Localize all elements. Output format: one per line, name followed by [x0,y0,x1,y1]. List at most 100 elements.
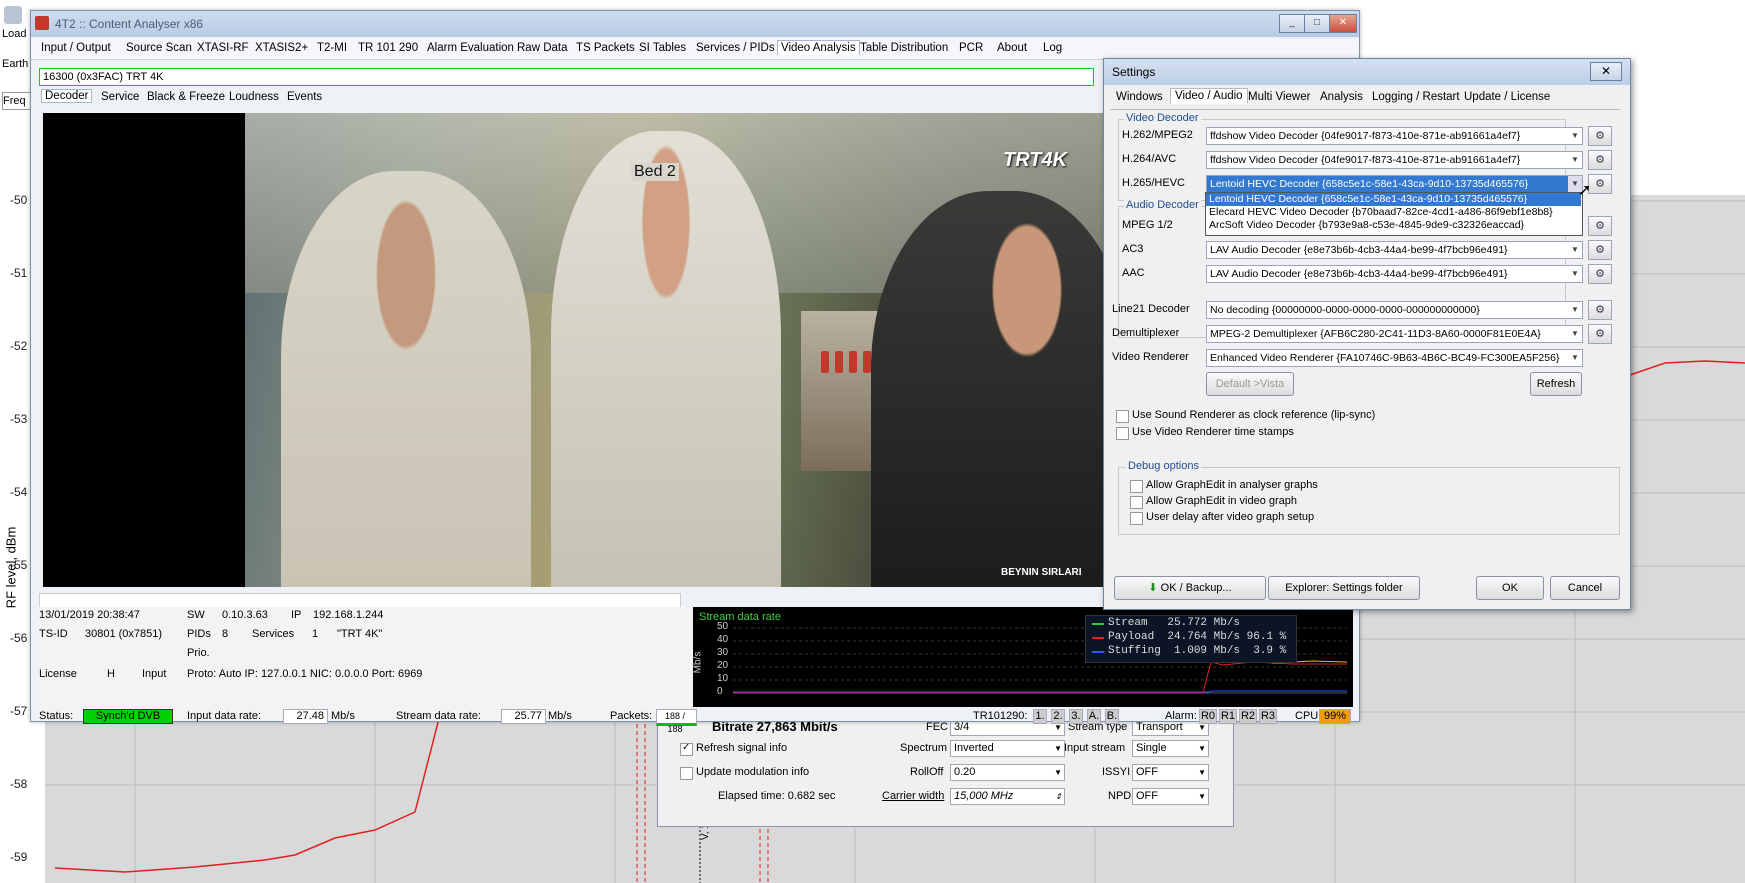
user-delay-checkbox[interactable] [1130,512,1143,525]
tab-black-freeze[interactable]: Black & Freeze [147,91,225,103]
menu-video-analysis[interactable]: Video Analysis [777,40,860,55]
y-tick: -50 [10,193,28,207]
sound-renderer-checkbox[interactable] [1116,410,1129,423]
spectrum-select[interactable]: Inverted ▼ [950,740,1065,757]
settings-close-button[interactable]: ✕ [1590,62,1622,81]
minimize-button[interactable]: _ [1279,14,1305,33]
update-modulation-checkbox[interactable] [680,767,693,780]
chevron-down-icon: ▼ [1198,744,1206,753]
refresh-signal-label: Refresh signal info [696,742,788,754]
h264-decoder-select[interactable]: ffdshow Video Decoder {04fe9017-f873-410… [1206,151,1583,169]
main-menu-bar: Input / Output Source Scan XTASI-RF XTAS… [31,39,1359,60]
tab-windows[interactable]: Windows [1116,91,1163,103]
wrench-icon: ⚙ [1595,220,1605,232]
ac3-decoder-select[interactable]: LAV Audio Decoder {e8e73b6b-4cb3-44a4-be… [1206,241,1583,259]
cpu-value: 99% [1319,709,1351,724]
tab-analysis[interactable]: Analysis [1320,91,1363,103]
mpeg12-config-button[interactable]: ⚙ [1588,216,1612,236]
freq-field[interactable]: Freq [2,92,32,110]
load-label: Load [2,28,27,40]
chevron-down-icon: ▼ [1571,155,1579,164]
default-vista-button[interactable]: Default >Vista [1206,372,1294,396]
menu-xtasi-rf[interactable]: XTASI-RF [197,42,249,54]
chevron-down-icon: ▼ [1054,768,1062,777]
alarm-r2: R2 [1239,709,1257,724]
wrench-icon: ⚙ [1595,130,1605,142]
menu-t2-mi[interactable]: T2-MI [317,42,347,54]
settings-title-bar[interactable]: Settings ✕ [1104,59,1630,85]
video-person-right [871,191,1131,587]
dropdown-option-arcsoft[interactable]: ArcSoft Video Decoder {b793e9a8-c53e-484… [1206,219,1581,232]
refresh-signal-checkbox[interactable]: ✓ [680,742,693,756]
menu-input-output[interactable]: Input / Output [41,42,111,54]
input-stream-value: Single [1136,742,1167,754]
line21-config-button[interactable]: ⚙ [1588,300,1612,320]
tab-events[interactable]: Events [287,91,322,103]
tab-decoder[interactable]: Decoder [41,89,93,103]
h265-decoder-select[interactable]: Lentoid HEVC Decoder {658c5e1c-58e1-43ca… [1206,175,1583,193]
ok-button[interactable]: OK [1476,576,1544,600]
y-tick: -52 [10,339,28,353]
legend-payload: Payload 24.764 Mb/s 96.1 % [1108,631,1286,643]
service-selector[interactable]: 16300 (0x3FAC) TRT 4K [39,68,1094,86]
tab-update-license[interactable]: Update / License [1464,91,1550,103]
tab-service[interactable]: Service [101,91,139,103]
legend-name: Stream [1108,617,1148,629]
cancel-button[interactable]: Cancel [1550,576,1620,600]
tab-multi-viewer[interactable]: Multi Viewer [1248,91,1310,103]
menu-log[interactable]: Log [1043,42,1062,54]
issyi-select[interactable]: OFF ▼ [1132,764,1209,781]
tab-video-audio[interactable]: Video / Audio [1170,88,1248,104]
line21-decoder-select[interactable]: No decoding {00000000-0000-0000-0000-000… [1206,301,1583,319]
video-renderer-timestamps-checkbox[interactable] [1116,427,1129,440]
menu-table-distribution[interactable]: Table Distribution [860,42,948,54]
packets-value: 188 / 188 [656,709,697,734]
menu-source-scan[interactable]: Source Scan [126,42,192,54]
ac3-config-button[interactable]: ⚙ [1588,240,1612,260]
h264-config-button[interactable]: ⚙ [1588,150,1612,170]
h262-decoder-select[interactable]: ffdshow Video Decoder {04fe9017-f873-410… [1206,127,1583,145]
menu-si-tables[interactable]: SI Tables [639,42,686,54]
npd-select[interactable]: OFF ▼ [1132,788,1209,805]
refresh-button[interactable]: Refresh [1530,372,1582,396]
rolloff-select[interactable]: 0.20 ▼ [950,764,1065,781]
main-title-bar[interactable]: 4T2 :: Content Analyser x86 _ □ ✕ [31,11,1359,37]
services-label: Services [252,628,295,640]
demultiplexer-config-button[interactable]: ⚙ [1588,324,1612,344]
update-modulation-label: Update modulation info [696,766,810,778]
dropdown-option-elecard[interactable]: Elecard HEVC Video Decoder {b70baad7-82c… [1206,206,1581,219]
maximize-button[interactable]: □ [1304,14,1330,33]
h262-config-button[interactable]: ⚙ [1588,126,1612,146]
video-renderer-select[interactable]: Enhanced Video Renderer {FA10746C-9B63-4… [1206,349,1583,367]
menu-services-pids[interactable]: Services / PIDs [696,42,775,54]
menu-about[interactable]: About [997,42,1027,54]
dropdown-option-lentoid[interactable]: Lentoid HEVC Decoder {658c5e1c-58e1-43ca… [1206,193,1581,206]
explorer-settings-button[interactable]: Explorer: Settings folder [1268,576,1420,600]
graphedit-analyser-checkbox[interactable] [1130,480,1143,493]
menu-xtasis2[interactable]: XTASIS2+ [255,42,308,54]
license-label: License [39,668,77,680]
menu-alarm-evaluation[interactable]: Alarm Evaluation [427,42,514,54]
status-badge: Synch'd DVB [83,709,173,724]
tab-logging-restart[interactable]: Logging / Restart [1372,91,1460,103]
aac-config-button[interactable]: ⚙ [1588,264,1612,284]
carrier-width-input[interactable]: 15,000 MHz ⇕ [950,788,1065,805]
y-tick: -56 [10,631,28,645]
aac-decoder-select[interactable]: LAV Audio Decoder {e8e73b6b-4cb3-44a4-be… [1206,265,1583,283]
input-stream-label: Input stream [1064,742,1126,754]
close-button[interactable]: ✕ [1329,14,1357,33]
video-decoder-group-label: Video Decoder [1124,112,1201,124]
spinner-icon[interactable]: ⇕ [1055,789,1062,804]
menu-raw-data[interactable]: Raw Data [517,42,568,54]
input-stream-select[interactable]: Single ▼ [1132,740,1209,757]
ok-backup-button[interactable]: ⬇ OK / Backup... [1114,576,1266,600]
graphedit-video-checkbox[interactable] [1130,496,1143,509]
chevron-down-icon: ▼ [1571,131,1579,140]
tr-indicator-2: 2. [1051,709,1065,724]
tab-loudness[interactable]: Loudness [229,91,279,103]
h265-config-button[interactable]: ⚙ [1588,174,1612,194]
menu-pcr[interactable]: PCR [959,42,983,54]
menu-tr-101-290[interactable]: TR 101 290 [358,42,418,54]
demultiplexer-select[interactable]: MPEG-2 Demultiplexer {AFB6C280-2C41-11D3… [1206,325,1583,343]
menu-ts-packets[interactable]: TS Packets [576,42,635,54]
